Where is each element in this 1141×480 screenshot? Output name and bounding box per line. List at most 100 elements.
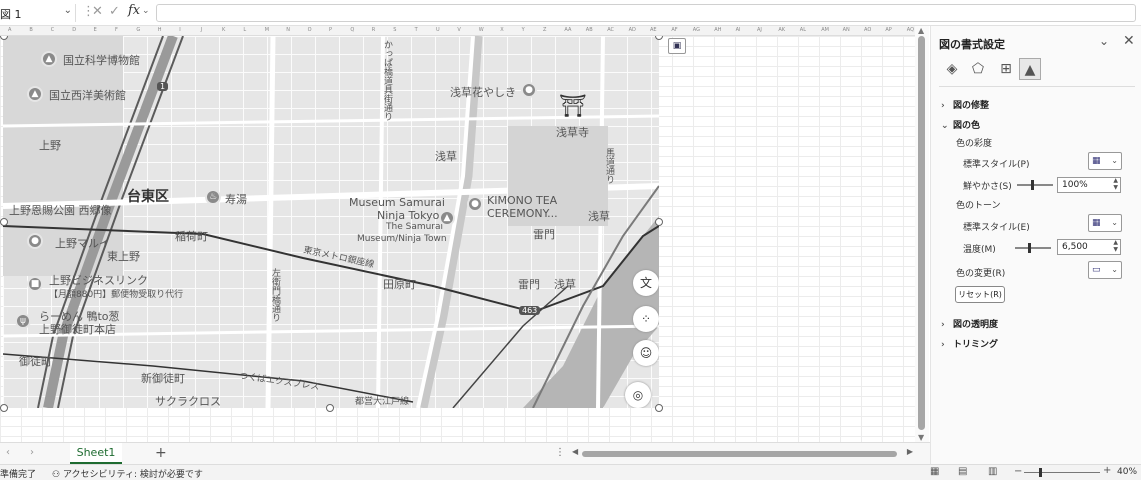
zoom-out-icon[interactable]: − <box>1014 466 1022 477</box>
column-header-cell[interactable]: X <box>500 27 503 33</box>
section-correction[interactable]: › 図の修整 <box>941 98 989 111</box>
name-box[interactable]: 図 1 ⌄ <box>0 4 76 22</box>
scroll-right-icon[interactable]: ▶ <box>907 447 913 456</box>
column-header-cell[interactable]: AQ <box>907 27 914 33</box>
add-sheet-icon[interactable]: + <box>155 445 167 461</box>
saturation-spin[interactable]: 100% ▲ ▼ <box>1057 177 1121 193</box>
chevron-down-icon[interactable]: ⌄ <box>1099 34 1109 48</box>
locate-me-icon[interactable]: ◎ <box>625 382 651 408</box>
column-header-cell[interactable]: AM <box>821 27 829 33</box>
column-header-cell[interactable]: V <box>457 27 460 33</box>
section-transparency[interactable]: › 図の透明度 <box>941 317 998 330</box>
column-header-cell[interactable]: A <box>8 27 11 33</box>
column-header-cell[interactable]: O <box>308 27 312 33</box>
chevron-down-icon[interactable]: ⌄ <box>142 6 150 16</box>
formula-input[interactable] <box>156 4 1136 22</box>
map-picture[interactable]: 国立科学博物館 ▲ 国立西洋美術館 ▲ 上野 上野恩賜公園 西郷像 上野マルイ … <box>3 36 659 408</box>
column-header-cell[interactable]: U <box>436 27 440 33</box>
zoom-slider[interactable] <box>1024 468 1100 477</box>
column-header-cell[interactable]: I <box>179 27 180 33</box>
layers-icon[interactable]: ⁘ <box>633 306 659 332</box>
resize-handle-top-right[interactable] <box>655 36 663 40</box>
saturation-slider[interactable] <box>1017 180 1053 190</box>
picture-icon[interactable]: ▲ <box>1019 58 1041 80</box>
chevron-down-icon[interactable]: ⌄ <box>64 5 72 16</box>
column-header-cell[interactable]: AE <box>650 27 657 33</box>
tone-preset-dropdown[interactable]: ▦ ⌄ <box>1088 214 1122 232</box>
translate-icon[interactable]: 文 <box>633 270 659 296</box>
section-color[interactable]: ⌄ 図の色 <box>941 118 980 131</box>
column-header-cell[interactable]: Z <box>543 27 546 33</box>
resize-handle-left[interactable] <box>0 218 8 226</box>
column-header-cell[interactable]: G <box>136 27 140 33</box>
recolor-dropdown[interactable]: ▭ ⌄ <box>1088 261 1122 279</box>
column-header-cell[interactable]: AN <box>843 27 850 33</box>
resize-handle-bottom-left[interactable] <box>0 404 8 412</box>
scroll-up-icon[interactable]: ▲ <box>918 26 924 35</box>
column-header-cell[interactable]: K <box>222 27 225 33</box>
slider-knob[interactable] <box>1039 468 1043 477</box>
section-crop[interactable]: › トリミング <box>941 337 998 350</box>
layout-options-icon[interactable]: ▣ <box>668 38 686 54</box>
accessibility-status[interactable]: ⚇ アクセシビリティ: 検討が必要です <box>52 467 203 480</box>
column-header-cell[interactable]: W <box>479 27 484 33</box>
column-header-cell[interactable]: AD <box>629 27 636 33</box>
column-header-cell[interactable]: AP <box>885 27 891 33</box>
slider-knob[interactable] <box>1027 243 1031 253</box>
normal-view-icon[interactable]: ▦ <box>930 466 939 477</box>
scroll-thumb[interactable] <box>582 451 897 457</box>
resize-handle-right[interactable] <box>655 218 663 226</box>
resize-handle-bottom[interactable] <box>326 404 334 412</box>
cancel-icon[interactable]: ✕ <box>92 4 103 19</box>
slider-knob[interactable] <box>1031 180 1035 190</box>
column-header-cell[interactable]: T <box>415 27 418 33</box>
column-header-cell[interactable]: B <box>29 27 32 33</box>
spin-arrows-icon[interactable]: ▲ ▼ <box>1113 177 1118 191</box>
column-header-cell[interactable]: AJ <box>757 27 762 33</box>
column-header-cell[interactable]: AC <box>607 27 614 33</box>
scroll-thumb[interactable] <box>918 36 925 430</box>
column-header-cell[interactable]: H <box>158 27 162 33</box>
column-header-cell[interactable]: J <box>201 27 202 33</box>
page-break-icon[interactable]: ▥ <box>988 466 997 477</box>
enter-icon[interactable]: ✓ <box>109 4 120 19</box>
temperature-slider[interactable] <box>1015 243 1051 253</box>
fill-line-icon[interactable]: ◈ <box>941 58 963 80</box>
column-header-cell[interactable]: C <box>51 27 55 33</box>
page-layout-icon[interactable]: ▤ <box>958 466 967 477</box>
column-header-cell[interactable]: AO <box>864 27 871 33</box>
vertical-scrollbar[interactable]: ▲ ▼ <box>915 26 929 442</box>
chevron-left-icon[interactable]: ‹ <box>6 447 10 458</box>
column-header-cell[interactable]: AB <box>586 27 593 33</box>
column-header-cell[interactable]: M <box>265 27 269 33</box>
column-header-cell[interactable]: AA <box>564 27 571 33</box>
zoom-in-icon[interactable]: + <box>1103 465 1111 476</box>
insert-function-icon[interactable]: fx <box>128 3 140 18</box>
column-header-cell[interactable]: Y <box>522 27 525 33</box>
column-header-cell[interactable]: Q <box>350 27 354 33</box>
temperature-spin[interactable]: 6,500 ▲ ▼ <box>1057 239 1121 255</box>
chevron-right-icon[interactable]: › <box>30 447 34 458</box>
column-header-cell[interactable]: P <box>329 27 332 33</box>
zoom-percent[interactable]: 40% <box>1117 467 1137 477</box>
effects-icon[interactable]: ⬠ <box>967 58 989 80</box>
worksheet-grid[interactable]: 国立科学博物館 ▲ 国立西洋美術館 ▲ 上野 上野恩賜公園 西郷像 上野マルイ … <box>0 36 915 442</box>
column-header-cell[interactable]: S <box>393 27 396 33</box>
column-header-cell[interactable]: R <box>372 27 375 33</box>
column-header-cell[interactable]: AH <box>714 27 721 33</box>
spin-arrows-icon[interactable]: ▲ ▼ <box>1113 239 1118 253</box>
saturation-preset-dropdown[interactable]: ▦ ⌄ <box>1088 152 1122 170</box>
column-header-cell[interactable]: AK <box>778 27 785 33</box>
more-options-icon[interactable]: ⋮ <box>555 447 565 458</box>
horizontal-scrollbar[interactable]: ◀ ▶ <box>570 447 915 461</box>
tab-sheet1[interactable]: Sheet1 <box>70 443 122 464</box>
column-header-cell[interactable]: AF <box>671 27 677 33</box>
column-header-cell[interactable]: AL <box>800 27 806 33</box>
column-header-cell[interactable]: N <box>286 27 290 33</box>
street-view-icon[interactable]: ☺ <box>633 340 659 366</box>
close-icon[interactable]: ✕ <box>1123 33 1135 49</box>
column-header-cell[interactable]: F <box>115 27 118 33</box>
resize-handle-bottom-right[interactable] <box>655 404 663 412</box>
column-header-cell[interactable]: AI <box>736 27 741 33</box>
column-header-cell[interactable]: D <box>72 27 76 33</box>
